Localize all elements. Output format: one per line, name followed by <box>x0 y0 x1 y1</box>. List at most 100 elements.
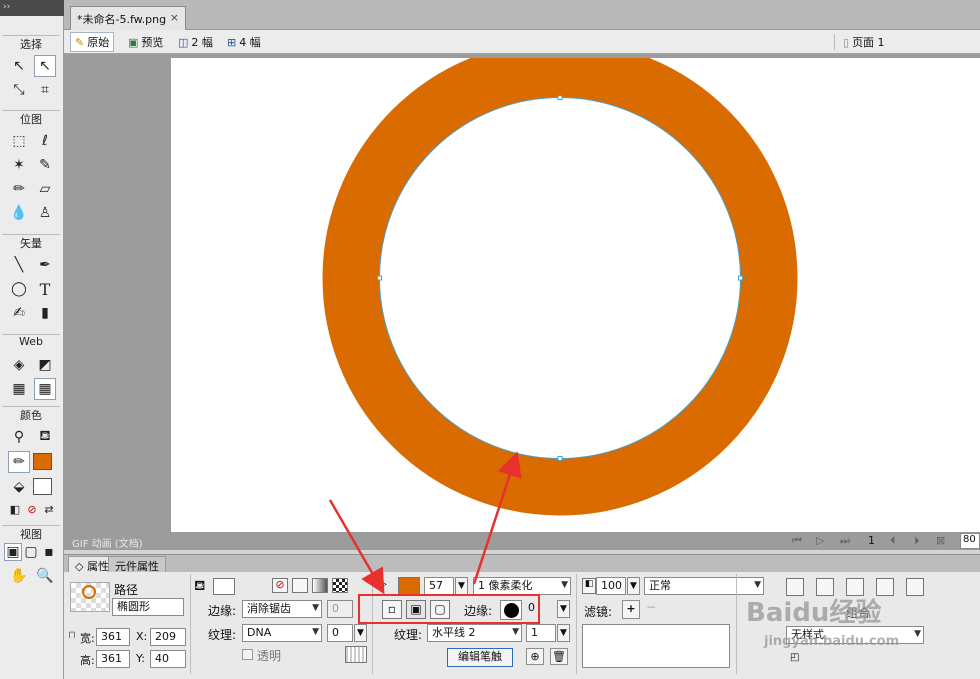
crop-tool-icon[interactable]: ⌗ <box>34 79 56 101</box>
page-selector[interactable]: ▯ 页面 1 <box>839 32 889 52</box>
knife-tool-icon[interactable]: ▮ <box>34 302 56 324</box>
close-tab-icon[interactable]: × <box>170 11 179 24</box>
lock-proportions-icon[interactable]: ⊓ <box>68 630 76 641</box>
fullscreen-menu-icon[interactable]: ▢ <box>22 543 40 561</box>
stroke-size-field[interactable]: 57 <box>424 577 454 595</box>
document-canvas[interactable] <box>171 58 980 532</box>
fill-pattern-icon[interactable] <box>332 578 348 593</box>
toolbox-grip[interactable]: ›› <box>0 0 64 16</box>
zoom-field[interactable]: 80 <box>960 533 980 549</box>
fill-texture-dropdown[interactable]: DNA ▼ <box>242 624 322 642</box>
paint-bucket-icon[interactable]: ⛾ <box>34 426 56 448</box>
stroke-type-dropdown[interactable]: 1 像素柔化 ▼ <box>473 577 571 595</box>
chevron-down-icon: ▼ <box>312 603 319 613</box>
transparent-checkbox[interactable] <box>242 649 253 660</box>
opacity-dropdown[interactable]: ▼ <box>627 577 640 595</box>
stroke-texture-amount[interactable]: 1 <box>526 624 556 642</box>
brush-tool-icon[interactable]: ✎ <box>34 154 56 176</box>
add-filter-button[interactable]: + <box>622 600 640 619</box>
subselect-tool-icon[interactable]: ↖ <box>34 55 56 77</box>
stamp-tool-icon[interactable]: ♙ <box>34 202 56 224</box>
opacity-field[interactable]: 100 <box>596 577 626 595</box>
fill-color-icon[interactable]: ⬙ <box>8 476 30 498</box>
fill-edge-dropdown[interactable]: 消除锯齿 ▼ <box>242 600 322 618</box>
stroke-texture-dropdown[interactable]: 水平线 2 ▼ <box>427 624 522 642</box>
height-label: 高: <box>80 654 95 667</box>
fill-solid-icon[interactable] <box>292 578 308 593</box>
width-field[interactable]: 361 <box>96 628 130 646</box>
page-icon: ▯ <box>843 35 850 49</box>
style-option-5-icon[interactable] <box>906 578 924 596</box>
play-icon[interactable]: ▷ <box>816 534 824 547</box>
pointer-tool-icon[interactable]: ↖ <box>8 55 30 77</box>
edit-stroke-button[interactable]: 编辑笔触 <box>447 648 513 667</box>
tab-symbol-properties[interactable]: 元件属性 <box>108 556 166 573</box>
eyedropper-icon[interactable]: ⚲ <box>8 426 30 448</box>
fill-texture-preview[interactable] <box>345 646 367 663</box>
hide-slices-icon[interactable]: ▦ <box>8 378 30 400</box>
marquee-tool-icon[interactable]: ⬚ <box>8 130 30 152</box>
delete-stroke-icon[interactable]: 🗑 <box>550 648 568 665</box>
pencil-tool-icon[interactable]: ✏ <box>8 178 30 200</box>
fill-texture-amount[interactable]: 0 <box>327 624 353 642</box>
lasso-tool-icon[interactable]: ℓ <box>34 130 56 152</box>
line-tool-icon[interactable]: ╲ <box>8 254 30 276</box>
fill-gradient-icon[interactable] <box>312 578 328 593</box>
blur-tool-icon[interactable]: 💧 <box>8 202 30 224</box>
new-stroke-icon[interactable]: ⊕ <box>526 648 544 665</box>
chevron-down-icon: ▼ <box>754 580 761 590</box>
last-frame-icon[interactable]: ⏭ <box>840 534 850 548</box>
show-slices-icon[interactable]: ▦ <box>34 378 56 400</box>
eraser-tool-icon[interactable]: ▱ <box>34 178 56 200</box>
stroke-texture-amount-dropdown[interactable]: ▼ <box>557 624 570 642</box>
fill-texture-amount-dropdown[interactable]: ▼ <box>354 624 367 642</box>
view-preview-button[interactable]: ▣ 预览 <box>124 32 167 52</box>
fill-bucket-icon: ⛾ <box>194 578 206 594</box>
view-2up-button[interactable]: ◫ 2 幅 <box>174 32 217 52</box>
prev-frame-icon[interactable]: ⏴ <box>890 534 896 548</box>
fill-none-icon[interactable]: ⊘ <box>272 578 288 593</box>
zoom-tool-icon[interactable]: 🔍 <box>34 565 56 587</box>
swap-colors-icon[interactable]: ⇄ <box>38 498 60 520</box>
next-frame-icon[interactable]: ⏵ <box>914 534 920 548</box>
filters-list[interactable] <box>582 624 730 668</box>
magic-wand-icon[interactable]: ✶ <box>8 154 30 176</box>
width-label: 宽: <box>80 632 95 645</box>
fill-edge-amount[interactable]: 0 <box>327 600 353 618</box>
stroke-color-icon[interactable]: ✏ <box>8 451 30 473</box>
orange-ring-stroke[interactable] <box>322 58 798 516</box>
scale-tool-icon[interactable]: ⤡ <box>8 79 30 101</box>
freeform-tool-icon[interactable]: ✍ <box>8 302 30 324</box>
hotspot-tool-icon[interactable]: ◈ <box>8 354 30 376</box>
viewbar-divider <box>834 34 835 50</box>
section-web-label: Web <box>2 334 60 349</box>
object-name-field[interactable]: 椭圆形 <box>112 598 184 616</box>
frame-status-label: GIF 动画 (文档) <box>72 539 143 550</box>
pen-tool-icon[interactable]: ✒ <box>34 254 56 276</box>
height-field[interactable]: 361 <box>96 650 130 668</box>
standard-screen-icon[interactable]: ▣ <box>4 543 22 561</box>
view-original-button[interactable]: ✎ 原始 <box>70 32 115 52</box>
ellipse-tool-icon[interactable]: ◯ <box>8 278 30 300</box>
object-type: 路径 <box>114 583 139 597</box>
fill-color-box[interactable] <box>213 578 235 595</box>
y-label: Y: <box>136 652 145 665</box>
stroke-color-swatch[interactable] <box>33 453 52 470</box>
first-frame-icon[interactable]: ⏮ <box>792 534 802 548</box>
transparent-label: 透明 <box>257 649 282 663</box>
stroke-edge-dropdown[interactable]: ▼ <box>557 600 570 618</box>
four-up-icon: ⊞ <box>227 35 237 49</box>
fullscreen-icon[interactable]: ▪ <box>40 543 58 561</box>
hand-tool-icon[interactable]: ✋ <box>8 565 30 587</box>
new-style-icon[interactable]: ◰ <box>790 652 799 663</box>
x-field[interactable]: 209 <box>150 628 186 646</box>
stroke-size-dropdown[interactable]: ▼ <box>455 577 468 595</box>
stop-icon[interactable]: ⊠ <box>936 534 945 547</box>
y-field[interactable]: 40 <box>150 650 186 668</box>
remove-filter-button[interactable]: − <box>646 600 656 614</box>
fill-color-swatch[interactable] <box>33 478 52 495</box>
text-tool-icon[interactable]: T <box>34 278 56 300</box>
slice-tool-icon[interactable]: ◩ <box>34 354 56 376</box>
document-tab[interactable]: *未命名-5.fw.png × <box>70 6 186 30</box>
view-4up-button[interactable]: ⊞ 4 幅 <box>223 32 265 52</box>
